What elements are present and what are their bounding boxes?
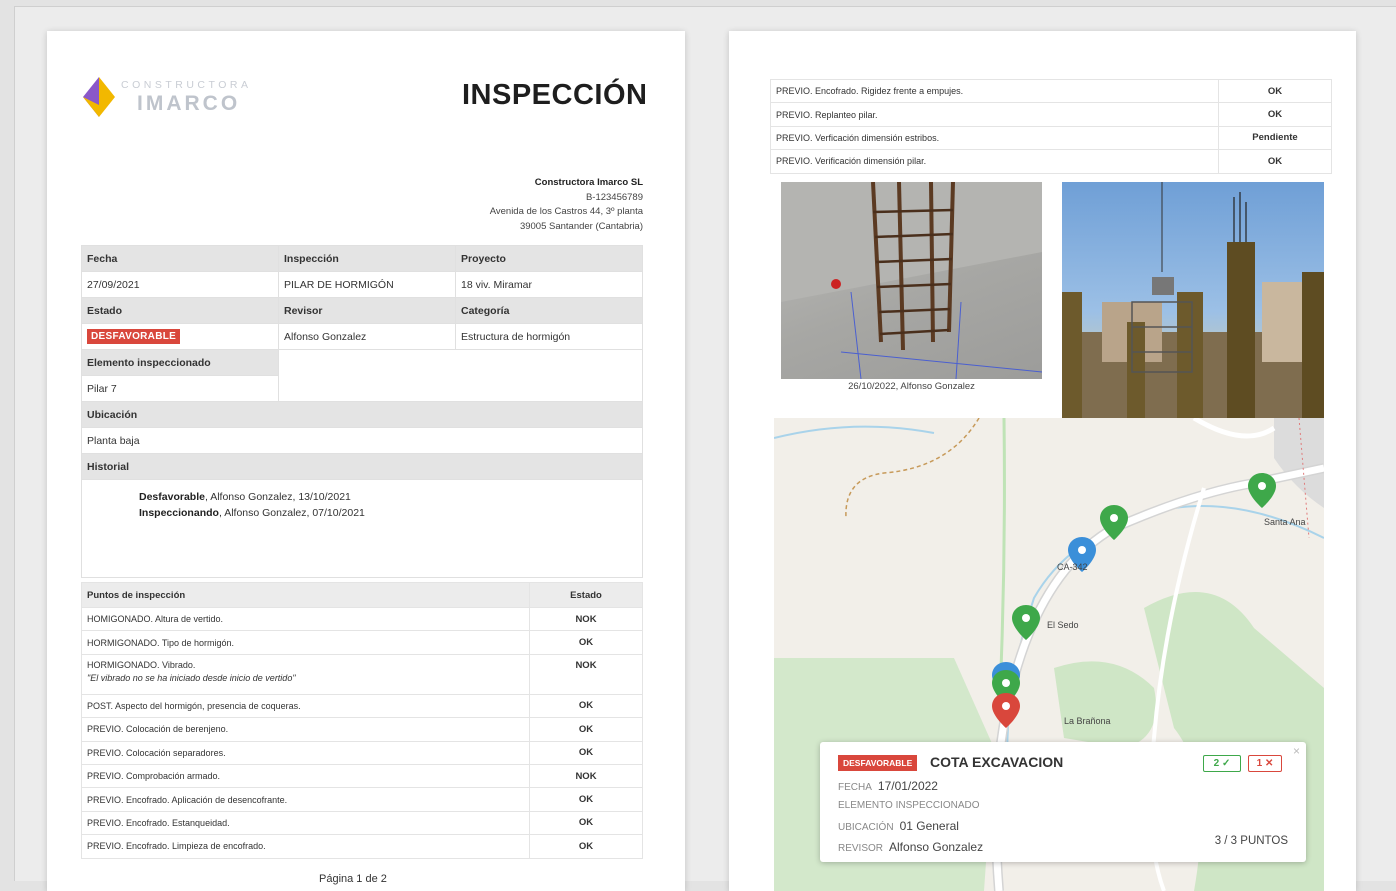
fecha-label: Fecha — [81, 245, 279, 272]
nok-count-badge: 1 ✕ — [1248, 755, 1282, 772]
table-row: POST. Aspecto del hormigón, presencia de… — [81, 693, 643, 719]
map-marker-green[interactable] — [1248, 473, 1276, 508]
historial-item: Desfavorable, Alfonso Gonzalez, 13/10/20… — [139, 491, 351, 503]
table-row: PREVIO. Colocación de berenjeno. OK — [81, 717, 643, 742]
table-row: HORMIGONADO. Tipo de hormigón. OK — [81, 630, 643, 655]
inspection-info-table: Fecha Inspección Proyecto 27/09/2021 PIL… — [81, 245, 643, 578]
revisor-value: Alfonso Gonzalez — [278, 323, 456, 350]
map-label-el-sedo: El Sedo — [1047, 620, 1079, 630]
popup-points-count: 3 / 3 PUNTOS — [1214, 835, 1288, 847]
table-row: HOMIGONADO. Altura de vertido. NOK — [81, 606, 643, 632]
inspection-photo-rebar[interactable] — [781, 182, 1042, 379]
proyecto-label: Proyecto — [455, 245, 643, 272]
inspection-points-table: Puntos de inspección Estado HOMIGONADO. … — [81, 582, 643, 859]
historial-label: Historial — [81, 453, 643, 480]
company-city: 39005 Santander (Cantabria) — [519, 220, 643, 232]
categoria-value: Estructura de hormigón — [455, 323, 643, 350]
logo-icon — [83, 77, 115, 117]
page-2: PREVIO. Encofrado. Rigidez frente a empu… — [729, 31, 1356, 891]
map-popup: × DESFAVORABLE COTA EXCAVACION 2 ✓ 1 ✕ F… — [820, 742, 1306, 862]
popup-revisor: REVISOR Alfonso Gonzalez — [838, 840, 984, 854]
inspection-photo-site[interactable] — [1062, 182, 1324, 418]
points-header-name: Puntos de inspección — [81, 582, 530, 608]
ubicacion-label: Ubicación — [81, 401, 643, 428]
table-row: PREVIO. Verficación dimensión estribos. P… — [770, 125, 1332, 151]
table-row: PREVIO. Replanteo pilar. OK — [770, 102, 1332, 127]
map-marker-green[interactable] — [1012, 605, 1040, 640]
company-name: Constructora Imarco SL — [534, 177, 643, 188]
categoria-label: Categoría — [455, 297, 643, 324]
proyecto-value: 18 viv. Miramar — [455, 271, 643, 298]
table-row: HORMIGONADO. Vibrado. "El vibrado no se h… — [81, 653, 643, 695]
status-badge: DESFAVORABLE — [87, 329, 181, 344]
ok-count-badge: 2 ✓ — [1203, 755, 1241, 772]
elemento-label: Elemento inspeccionado — [81, 349, 279, 376]
inspeccion-label: Inspección — [278, 245, 456, 272]
page-number: Página 1 de 2 — [319, 873, 387, 885]
popup-fecha: FECHA 17/01/2022 — [838, 779, 938, 793]
popup-elemento: ELEMENTO INSPECCIONADO — [838, 800, 980, 811]
popup-ubicacion: UBICACIÓN 01 General — [838, 819, 959, 833]
ubicacion-value: Planta baja — [81, 427, 643, 454]
table-row: PREVIO. Verificación dimensión pilar. OK — [770, 149, 1332, 174]
table-row: PREVIO. Comprobación armado. NOK — [81, 763, 643, 789]
logo-line-1: CONSTRUCTORA — [121, 79, 252, 91]
table-row: PREVIO. Colocación separadores. OK — [81, 740, 643, 765]
map-label-la-branona: La Brañona — [1064, 716, 1111, 726]
table-row: PREVIO. Encofrado. Estanqueidad. OK — [81, 810, 643, 836]
historial-list: Desfavorable, Alfonso Gonzalez, 13/10/20… — [81, 479, 643, 578]
company-street: Avenida de los Castros 44, 3º planta — [489, 206, 643, 217]
elemento-value: Pilar 7 — [81, 375, 279, 402]
map-label-santa-ana: Santa Ana — [1264, 517, 1306, 527]
inspection-points-table-continued: PREVIO. Encofrado. Rigidez frente a empu… — [770, 78, 1332, 174]
inspeccion-value: PILAR DE HORMIGÓN — [278, 271, 456, 298]
company-logo: CONSTRUCTORA IMARCO — [81, 75, 251, 119]
table-row: PREVIO. Encofrado. Limpieza de encofrado… — [81, 834, 643, 859]
close-icon[interactable]: × — [1293, 744, 1300, 758]
logo-line-2: IMARCO — [137, 92, 241, 115]
company-cif: B-123456789 — [585, 191, 643, 203]
estado-label: Estado — [81, 297, 279, 324]
document-title: INSPECCIÓN — [462, 79, 648, 111]
map-label-ca: CA-342 — [1057, 562, 1088, 572]
fecha-value: 27/09/2021 — [81, 271, 279, 298]
company-address: Constructora Imarco SL B-123456789 Aveni… — [490, 176, 643, 234]
table-row: PREVIO. Encofrado. Aplicación de desenco… — [81, 787, 643, 812]
points-header-status: Estado — [529, 582, 643, 608]
table-row: PREVIO. Encofrado. Rigidez frente a empu… — [770, 78, 1332, 104]
photo-caption: 26/10/2022, Alfonso Gonzalez — [848, 381, 975, 392]
status-badge: DESFAVORABLE — [838, 755, 918, 771]
revisor-label: Revisor — [278, 297, 456, 324]
popup-title[interactable]: COTA EXCAVACION — [930, 754, 1063, 770]
map-marker-red[interactable] — [992, 693, 1020, 728]
page-1: CONSTRUCTORA IMARCO INSPECCIÓN Construct… — [47, 31, 685, 891]
historial-item: Inspeccionando, Alfonso Gonzalez, 07/10/… — [139, 507, 365, 519]
